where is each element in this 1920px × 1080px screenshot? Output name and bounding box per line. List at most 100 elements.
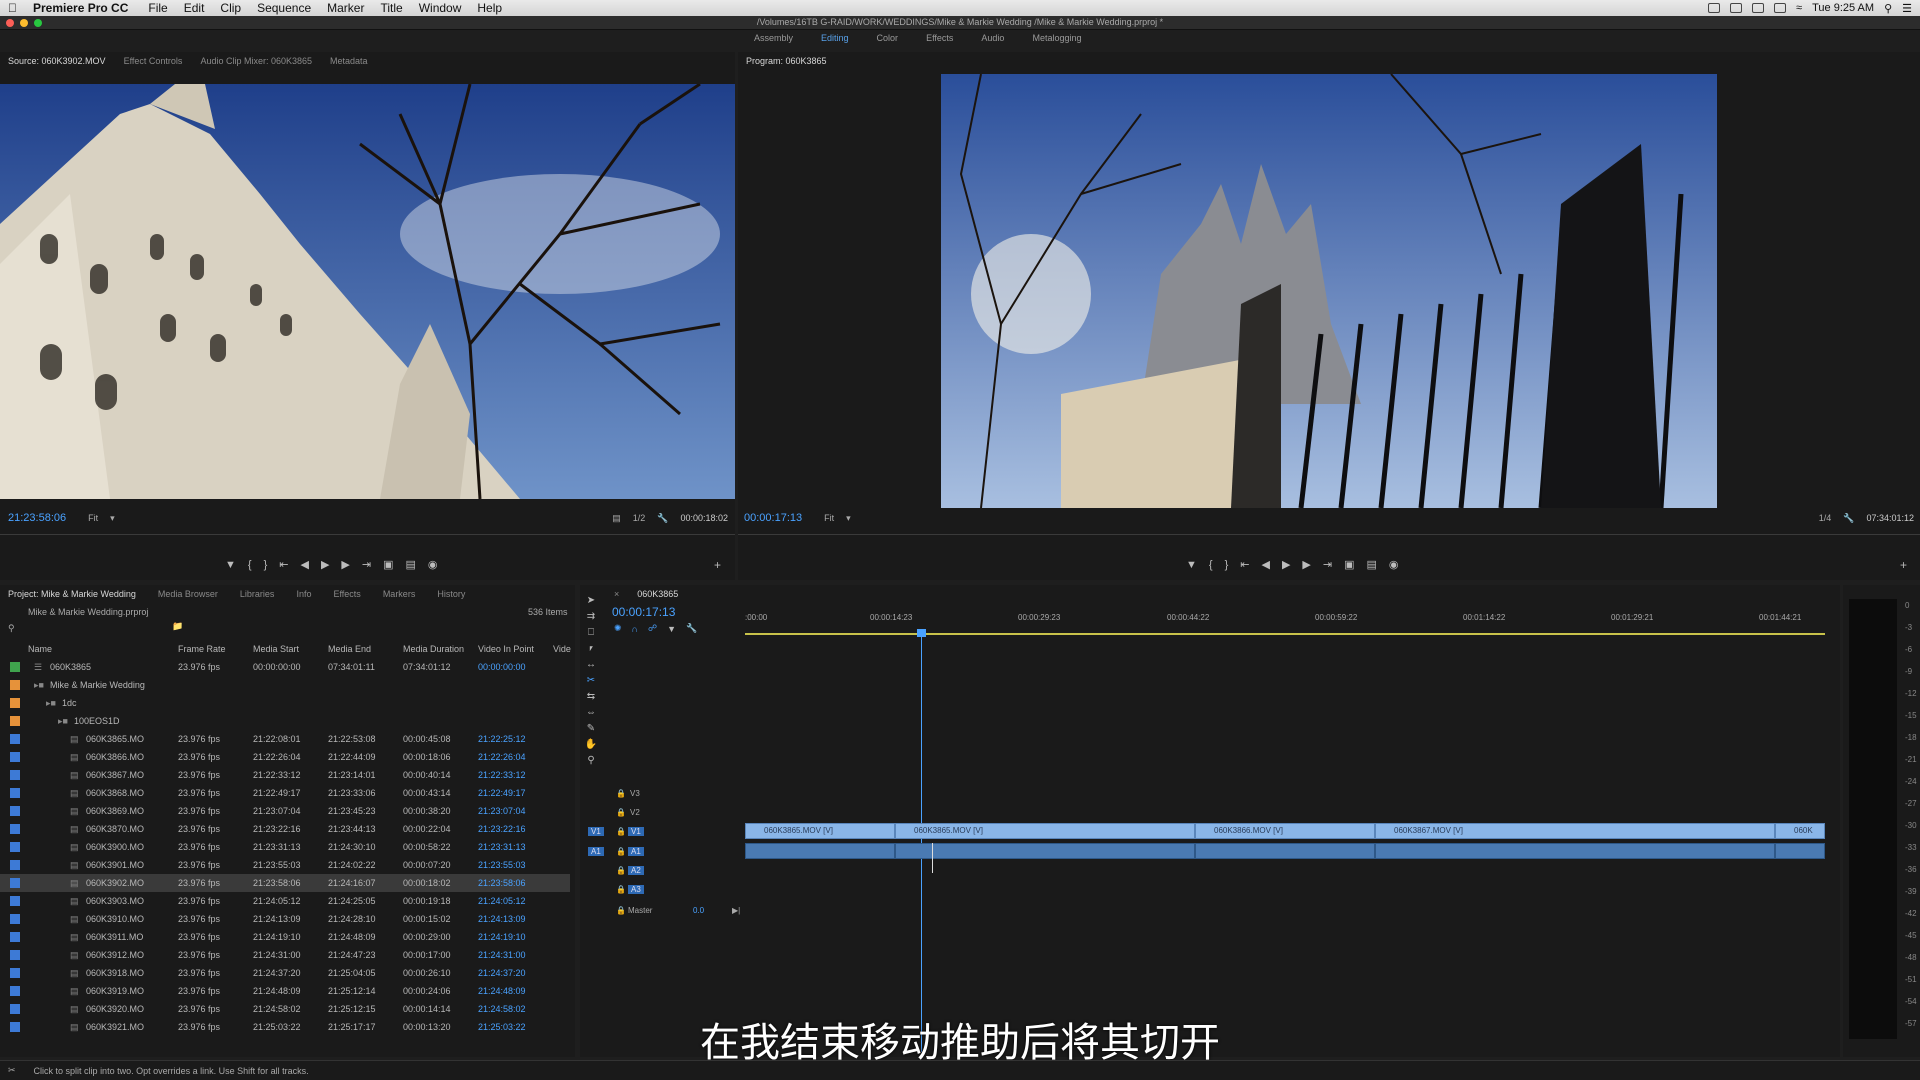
menu-window[interactable]: Window <box>411 1 470 15</box>
clip-icon[interactable]: ☰ <box>34 662 42 673</box>
track-a1-label[interactable]: A1 <box>628 847 644 856</box>
label-color-swatch[interactable] <box>10 914 20 924</box>
table-row[interactable]: ▤ 060K3868.MO 23.976 fps 21:22:49:17 21:23:3… <box>0 784 570 802</box>
ripple-edit-tool-icon[interactable]: ⎕ <box>584 627 598 639</box>
folder-icon[interactable]: ▸■ <box>58 716 68 727</box>
lock-icon[interactable]: 🔒 <box>616 808 626 817</box>
label-color-swatch[interactable] <box>10 716 20 726</box>
razor-tool-icon[interactable]: ✂ <box>584 675 598 687</box>
tab-source[interactable]: Source: 060K3902.MOV <box>8 56 106 66</box>
audio-clip[interactable] <box>1375 843 1775 859</box>
clip-icon[interactable]: ▤ <box>70 752 79 763</box>
extract-icon[interactable]: ▤ <box>1367 558 1377 571</box>
tab-project[interactable]: Project: Mike & Markie Wedding <box>8 589 136 599</box>
go-to-in-icon[interactable]: ⇤ <box>1240 558 1249 571</box>
table-row[interactable]: ▤ 060K3910.MO 23.976 fps 21:24:13:09 21:24:2… <box>0 910 570 928</box>
source-patch-v1[interactable]: V1 <box>588 827 604 836</box>
wrench-icon[interactable]: 🔧 <box>686 623 697 634</box>
mark-in-icon[interactable]: { <box>248 559 252 571</box>
play-icon[interactable]: ▶ <box>1282 558 1290 571</box>
table-row[interactable]: ☰ 060K3865 23.976 fps 00:00:00:00 07:34:01:1… <box>0 658 570 676</box>
snap-icon[interactable]: ∩ <box>632 624 638 634</box>
workspace-assembly[interactable]: Assembly <box>740 30 807 48</box>
tab-markers[interactable]: Markers <box>383 589 416 599</box>
lock-icon[interactable]: 🔒 <box>616 885 626 894</box>
status-icon[interactable] <box>1730 3 1743 13</box>
audio-clip[interactable] <box>745 843 895 859</box>
lift-icon[interactable]: ▣ <box>1344 558 1354 571</box>
lock-icon[interactable]: 🔒 <box>616 906 626 915</box>
table-row[interactable]: ▸■ 100EOS1D <box>0 712 570 730</box>
master-volume[interactable]: 0.0 <box>693 906 704 915</box>
label-color-swatch[interactable] <box>10 734 20 744</box>
go-to-out-icon[interactable]: ⇥ <box>362 558 371 571</box>
dropbox-icon[interactable] <box>1752 3 1765 13</box>
label-color-swatch[interactable] <box>10 950 20 960</box>
add-marker-icon[interactable]: ▼ <box>1186 559 1197 571</box>
program-resolution-dropdown[interactable]: 1/4 <box>1819 513 1832 523</box>
col-frame-rate[interactable]: Frame Rate <box>178 644 226 654</box>
workspace-audio[interactable]: Audio <box>967 30 1018 48</box>
label-color-swatch[interactable] <box>10 770 20 780</box>
audio-clip[interactable] <box>895 843 1195 859</box>
workspace-effects[interactable]: Effects <box>912 30 967 48</box>
table-row[interactable]: ▤ 060K3918.MO 23.976 fps 21:24:37:20 21:25:0… <box>0 964 570 982</box>
lock-icon[interactable]: 🔒 <box>616 827 626 836</box>
track-a3-label[interactable]: A3 <box>628 885 644 894</box>
table-row[interactable]: ▸■ Mike & Markie Wedding <box>0 676 570 694</box>
menu-clip[interactable]: Clip <box>212 1 249 15</box>
label-color-swatch[interactable] <box>10 824 20 834</box>
tab-info[interactable]: Info <box>296 589 311 599</box>
table-row[interactable]: ▤ 060K3902.MO 23.976 fps 21:23:58:06 21:24:1… <box>0 874 570 892</box>
mark-in-icon[interactable]: { <box>1209 559 1213 571</box>
workspace-editing[interactable]: Editing <box>807 30 863 48</box>
tab-sequence[interactable]: 060K3865 <box>637 589 678 599</box>
add-marker-icon[interactable]: ▼ <box>667 624 676 634</box>
menu-title[interactable]: Title <box>372 1 410 15</box>
go-to-end-icon[interactable]: ▶| <box>732 906 740 915</box>
program-scrub-bar[interactable] <box>738 534 1920 535</box>
label-color-swatch[interactable] <box>10 788 20 798</box>
audio-clip[interactable] <box>1195 843 1375 859</box>
label-color-swatch[interactable] <box>10 806 20 816</box>
step-back-icon[interactable]: ◀ <box>300 558 308 571</box>
insert-nest-icon[interactable]: ✺ <box>614 623 622 634</box>
menu-edit[interactable]: Edit <box>176 1 213 15</box>
table-row[interactable]: ▤ 060K3903.MO 23.976 fps 21:24:05:12 21:24:2… <box>0 892 570 910</box>
table-row[interactable]: ▤ 060K3911.MO 23.976 fps 21:24:19:10 21:24:4… <box>0 928 570 946</box>
tab-media-browser[interactable]: Media Browser <box>158 589 218 599</box>
table-row[interactable]: ▤ 060K3866.MO 23.976 fps 21:22:26:04 21:22:4… <box>0 748 570 766</box>
settings-icon[interactable]: ▤ <box>612 513 621 524</box>
menu-sequence[interactable]: Sequence <box>249 1 319 15</box>
source-fit-dropdown[interactable]: Fit <box>88 513 98 523</box>
play-icon[interactable]: ▶ <box>321 558 329 571</box>
clip-icon[interactable]: ▤ <box>70 896 79 907</box>
folder-icon[interactable]: ▸■ <box>46 698 56 709</box>
label-color-swatch[interactable] <box>10 878 20 888</box>
track-v1-label[interactable]: V1 <box>628 827 644 836</box>
table-row[interactable]: ▤ 060K3901.MO 23.976 fps 21:23:55:03 21:24:0… <box>0 856 570 874</box>
mark-out-icon[interactable]: } <box>264 559 268 571</box>
clip-icon[interactable]: ▤ <box>70 788 79 799</box>
clip-icon[interactable]: ▤ <box>70 968 79 979</box>
slide-tool-icon[interactable]: ⇔ <box>584 707 598 719</box>
export-frame-icon[interactable]: ◉ <box>1389 558 1399 571</box>
tab-libraries[interactable]: Libraries <box>240 589 275 599</box>
source-patch-a1[interactable]: A1 <box>588 847 604 856</box>
apple-icon[interactable]:  <box>0 1 25 15</box>
table-row[interactable]: ▸■ 1dc <box>0 694 570 712</box>
workspace-metalogging[interactable]: Metalogging <box>1018 30 1095 48</box>
export-frame-icon[interactable]: ◉ <box>428 558 438 571</box>
clip-icon[interactable]: ▤ <box>70 734 79 745</box>
video-clip[interactable]: 060K3865.MOV [V] <box>895 823 1195 839</box>
rolling-edit-tool-icon[interactable]: ⎖ <box>584 643 598 655</box>
step-forward-icon[interactable]: ▶ <box>341 558 349 571</box>
col-media-duration[interactable]: Media Duration <box>403 644 464 654</box>
chevron-down-icon[interactable]: ▾ <box>846 513 851 524</box>
go-to-out-icon[interactable]: ⇥ <box>1323 558 1332 571</box>
status-icon[interactable] <box>1708 3 1721 13</box>
table-row[interactable]: ▤ 060K3900.MO 23.976 fps 21:23:31:13 21:24:3… <box>0 838 570 856</box>
tab-effect-controls[interactable]: Effect Controls <box>124 56 183 66</box>
tab-metadata[interactable]: Metadata <box>330 56 368 66</box>
table-row[interactable]: ▤ 060K3865.MO 23.976 fps 21:22:08:01 21:22:5… <box>0 730 570 748</box>
